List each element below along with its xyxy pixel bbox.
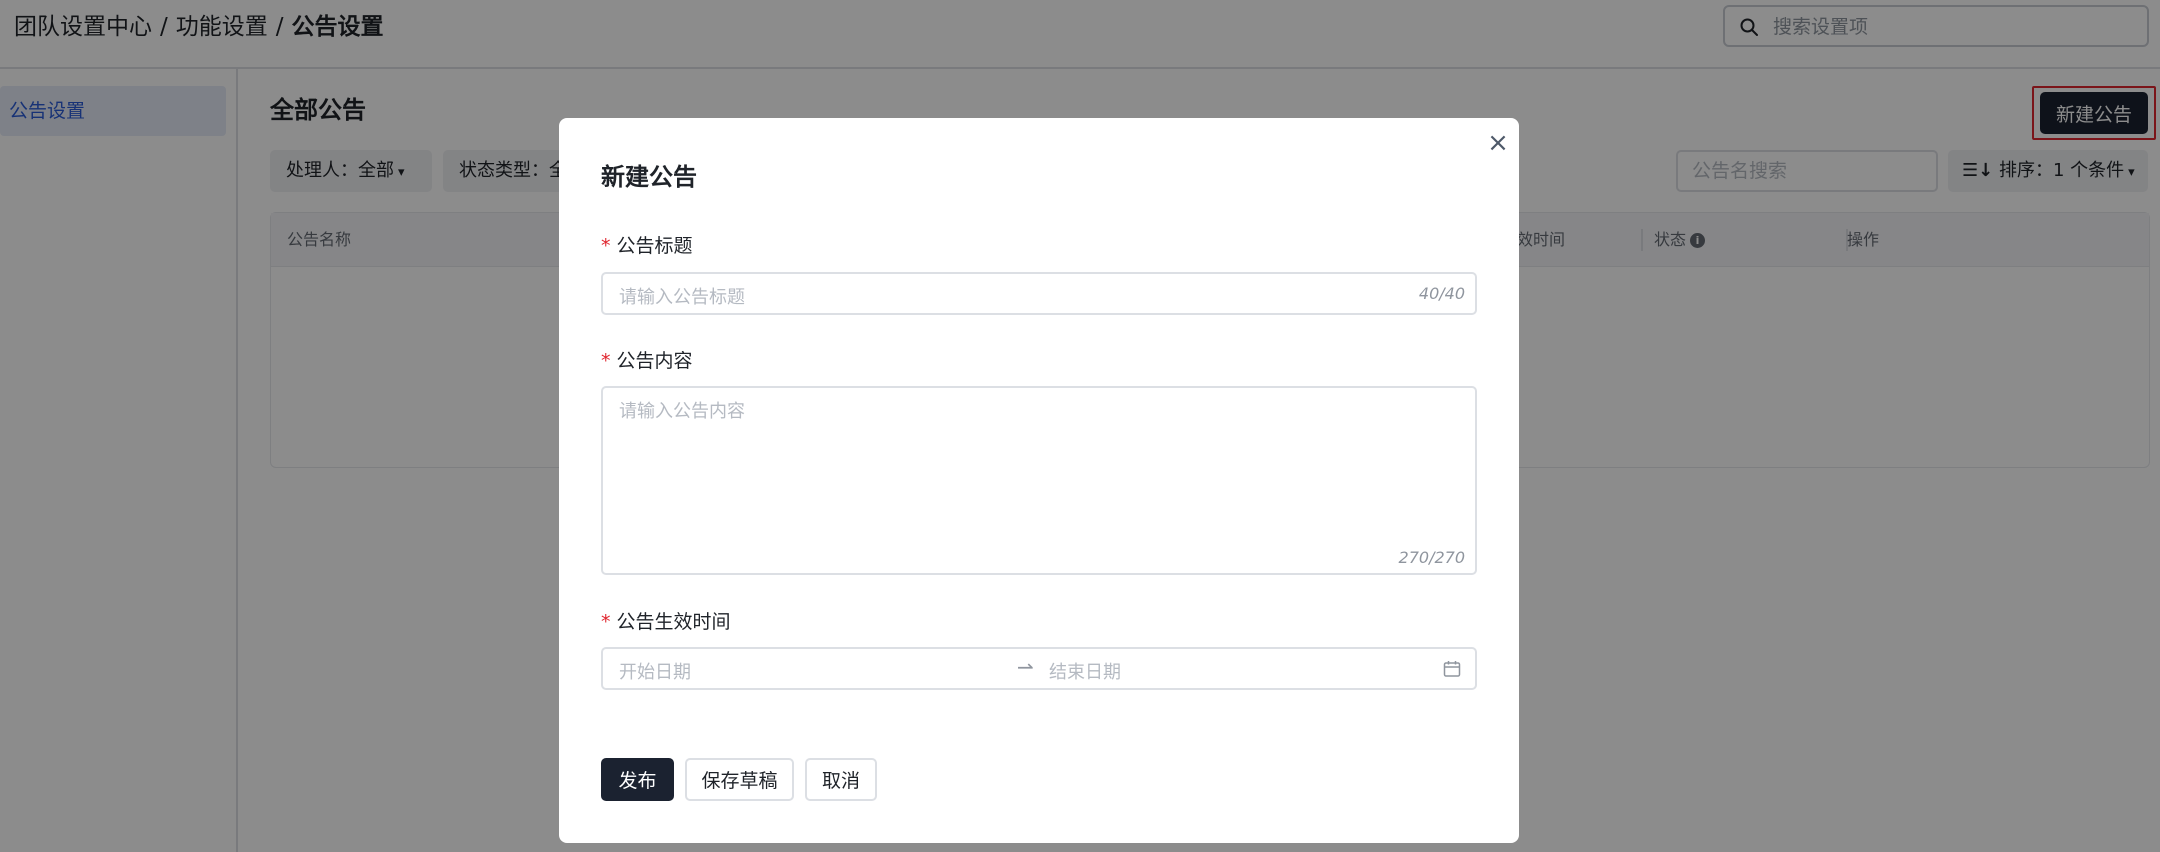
close-icon[interactable]: ×: [1483, 128, 1513, 158]
publish-button[interactable]: 发布: [601, 758, 674, 801]
required-asterisk: *: [601, 235, 611, 257]
title-char-counter: 40/40: [1418, 284, 1465, 303]
end-date-input[interactable]: 结束日期: [1049, 658, 1121, 684]
arrow-right-icon: ⇀: [1017, 655, 1034, 679]
announcement-content-textarea[interactable]: 请输入公告内容 270/270: [601, 386, 1477, 575]
save-draft-button[interactable]: 保存草稿: [685, 758, 794, 801]
content-input-placeholder: 请输入公告内容: [619, 401, 745, 422]
announcement-title-input[interactable]: 请输入公告标题 40/40: [601, 272, 1477, 315]
dialog-title: 新建公告: [601, 163, 697, 191]
required-asterisk: *: [601, 350, 611, 372]
content-field-label: * 公告内容: [601, 350, 693, 372]
start-date-input[interactable]: 开始日期: [619, 658, 691, 684]
effective-date-range-picker[interactable]: 开始日期 ⇀ 结束日期: [601, 647, 1477, 690]
effective-time-field-label: * 公告生效时间: [601, 611, 731, 633]
title-input-placeholder: 请输入公告标题: [619, 287, 745, 308]
cancel-button[interactable]: 取消: [805, 758, 877, 801]
calendar-icon[interactable]: [1443, 660, 1461, 678]
content-char-counter: 270/270: [1398, 548, 1465, 567]
required-asterisk: *: [601, 611, 611, 633]
new-announcement-dialog: × 新建公告 * 公告标题 请输入公告标题 40/40 * 公告内容 请输入公告内容…: [559, 118, 1519, 843]
title-field-label: * 公告标题: [601, 235, 693, 257]
